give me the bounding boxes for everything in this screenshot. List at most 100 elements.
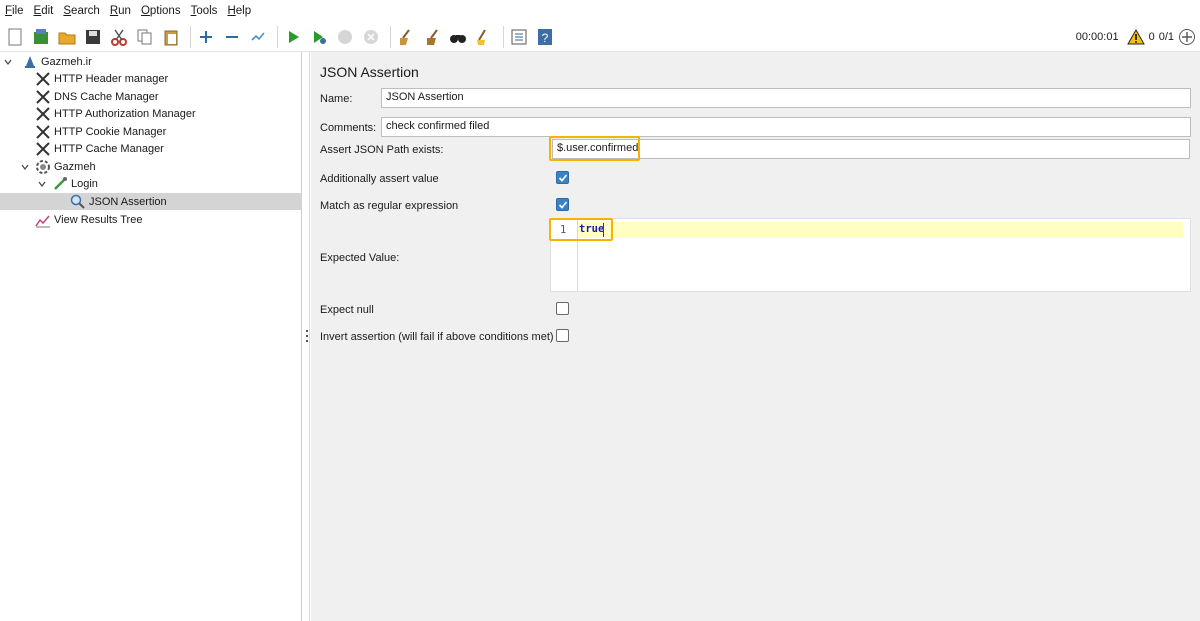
wrench-tools-icon <box>35 89 51 105</box>
plus-icon <box>200 30 212 43</box>
tree-node-login[interactable]: Login <box>0 175 302 192</box>
clear-button[interactable] <box>395 26 417 48</box>
regex-checkbox[interactable] <box>556 198 569 211</box>
comments-field[interactable]: check confirmed filed <box>381 117 1191 137</box>
tree-label: HTTP Authorization Manager <box>54 107 196 120</box>
wrench-tools-icon <box>35 71 51 87</box>
new-file-icon <box>8 28 22 45</box>
name-field[interactable]: JSON Assertion <box>381 88 1191 108</box>
tree-node-test-plan[interactable]: Gazmeh.ir <box>0 53 302 70</box>
shutdown-button[interactable] <box>360 26 382 48</box>
help-button[interactable]: ? <box>534 26 556 48</box>
chevron-down-icon[interactable] <box>2 56 14 68</box>
expect-null-label: Expect null <box>320 304 374 316</box>
tree-node-dns-cache[interactable]: DNS Cache Manager <box>0 88 302 105</box>
json-path-field[interactable]: $.user.confirmed <box>552 139 1190 159</box>
tree-node-header-manager[interactable]: HTTP Header manager <box>0 70 302 87</box>
binoculars-icon <box>450 34 466 43</box>
broom-icon <box>400 28 410 45</box>
tree-label: DNS Cache Manager <box>54 90 159 103</box>
invert-assertion-checkbox[interactable] <box>556 329 569 342</box>
tree-label: Login <box>71 177 98 190</box>
toolbar-separator <box>277 25 278 48</box>
templates-icon <box>34 28 48 44</box>
wrench-tools-icon <box>35 124 51 140</box>
json-path-highlight <box>549 136 640 161</box>
tree-label: JSON Assertion <box>89 195 167 208</box>
expand-all-button[interactable] <box>195 26 217 48</box>
panel-title: JSON Assertion <box>320 64 419 80</box>
cut-button[interactable] <box>108 26 130 48</box>
copy-button[interactable] <box>134 26 156 48</box>
menu-edit[interactable]: Edit <box>31 0 57 22</box>
scissors-icon <box>111 29 127 46</box>
tree-node-auth-manager[interactable]: HTTP Authorization Manager <box>0 105 302 122</box>
warning-icon[interactable] <box>1126 29 1145 45</box>
open-button[interactable] <box>56 26 78 48</box>
magnifier-icon <box>70 194 86 210</box>
menu-help[interactable]: Help <box>224 0 254 22</box>
comments-label: Comments: <box>320 122 377 134</box>
copy-icon <box>137 29 152 44</box>
expected-value-editor[interactable]: 1 true <box>550 218 1191 292</box>
assert-value-label: Additionally assert value <box>320 173 439 185</box>
panel-splitter[interactable] <box>303 52 310 621</box>
tree-node-json-assertion[interactable]: JSON Assertion <box>0 193 302 210</box>
list-icon <box>511 29 527 44</box>
menu-options[interactable]: Options <box>138 0 184 22</box>
tree-node-thread-group[interactable]: Gazmeh <box>0 158 302 175</box>
menu-tools[interactable]: Tools <box>188 0 221 22</box>
clear-all-button[interactable] <box>421 26 443 48</box>
reset-search-button[interactable] <box>473 26 495 48</box>
help-icon: ? <box>538 28 552 45</box>
save-button[interactable] <box>82 26 104 48</box>
tree-node-view-results-tree[interactable]: View Results Tree <box>0 211 302 228</box>
stop-icon <box>338 29 352 44</box>
start-no-pauses-button[interactable] <box>308 26 330 48</box>
editor-current-line <box>578 222 1183 238</box>
chevron-down-icon[interactable] <box>19 161 31 173</box>
collapse-all-button[interactable] <box>221 26 243 48</box>
thread-count: 0/1 <box>1158 31 1174 43</box>
stop-button[interactable] <box>334 26 356 48</box>
tree-label: Gazmeh.ir <box>41 55 92 68</box>
search-button[interactable] <box>447 26 469 48</box>
regex-label: Match as regular expression <box>320 200 459 212</box>
chevron-down-icon[interactable] <box>36 178 48 190</box>
tree-node-cache-manager[interactable]: HTTP Cache Manager <box>0 140 302 157</box>
checkmark-icon <box>558 173 567 182</box>
new-button[interactable] <box>4 26 26 48</box>
wrench-tools-icon <box>35 106 51 122</box>
tree-label: HTTP Cookie Manager <box>54 125 167 138</box>
open-folder-icon <box>58 32 76 44</box>
toggle-button[interactable] <box>247 26 269 48</box>
expect-null-checkbox[interactable] <box>556 302 569 315</box>
tree-node-cookie-manager[interactable]: HTTP Cookie Manager <box>0 123 302 140</box>
json-path-label: Assert JSON Path exists: <box>320 144 444 156</box>
expected-value-highlight <box>549 218 613 241</box>
toggle-icon <box>251 31 265 41</box>
menu-file[interactable]: File <box>2 0 27 22</box>
gear-icon <box>35 159 51 175</box>
menu-run[interactable]: Run <box>107 0 134 22</box>
start-button[interactable] <box>282 26 304 48</box>
tree-label: Gazmeh <box>54 160 96 173</box>
menu-search[interactable]: Search <box>60 0 102 22</box>
menu-bar: File Edit Search Run Options Tools Help <box>0 0 1200 22</box>
tree-label: HTTP Cache Manager <box>54 142 164 155</box>
expected-value-label: Expected Value: <box>320 252 400 264</box>
save-icon <box>86 29 100 44</box>
name-label: Name: <box>320 93 353 105</box>
function-helper-button[interactable] <box>508 26 530 48</box>
warning-count: 0 <box>1148 31 1155 43</box>
reset-search-icon <box>477 28 486 45</box>
tree-label: HTTP Header manager <box>54 72 169 85</box>
shutdown-icon <box>364 29 378 44</box>
svg-text:?: ? <box>542 31 549 45</box>
tree-label: View Results Tree <box>54 213 143 226</box>
remote-status-icon[interactable] <box>1178 28 1196 46</box>
paste-button[interactable] <box>160 26 182 48</box>
templates-button[interactable] <box>30 26 52 48</box>
chart-icon <box>35 212 51 228</box>
assert-value-checkbox[interactable] <box>556 171 569 184</box>
